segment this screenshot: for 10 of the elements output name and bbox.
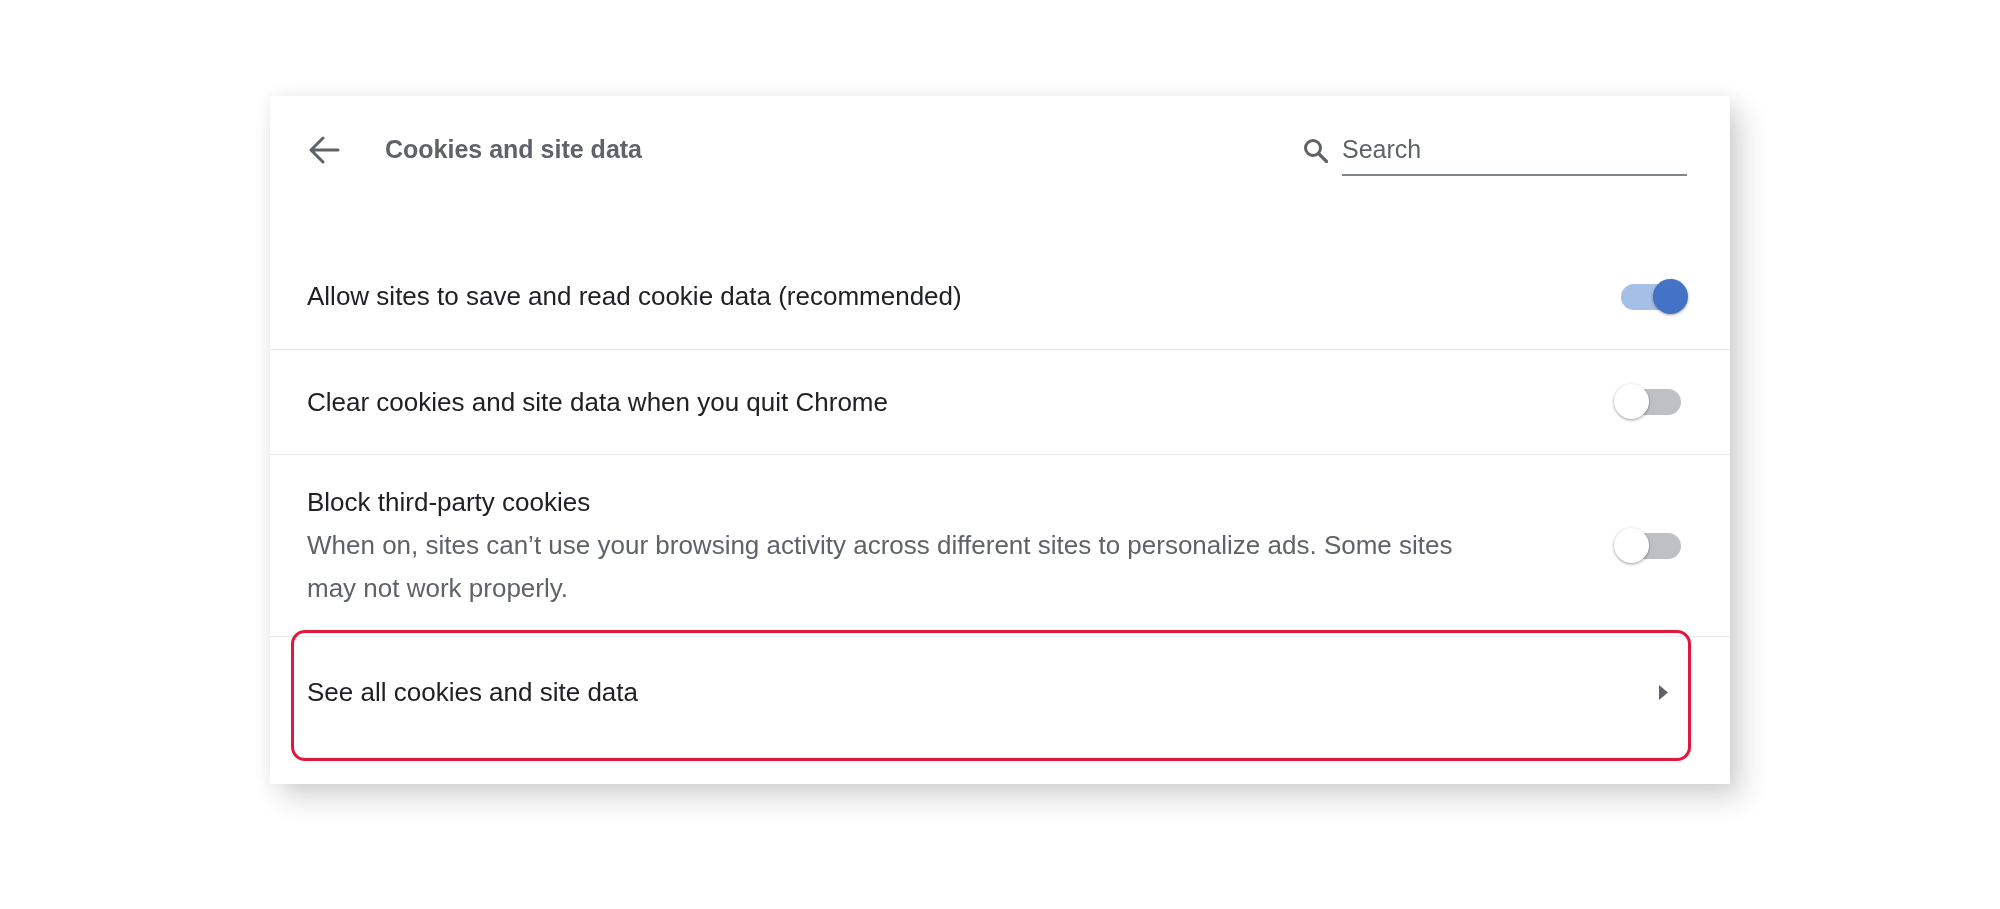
setting-label: Allow sites to save and read cookie data (recommended)	[307, 280, 962, 313]
search-icon	[1303, 137, 1328, 163]
link-row[interactable]: See all cookies and site data	[270, 637, 1730, 748]
caret-right-icon	[1659, 685, 1668, 700]
setting-label: Block third-party cookies	[307, 486, 591, 519]
back-arrow-icon[interactable]	[308, 136, 340, 164]
setting-description: When on, sites can’t use your browsing activity across different sites to personalize ads. Some sites may not work properly.	[307, 529, 1454, 605]
search-field[interactable]: Search	[1342, 124, 1687, 176]
page-title: Cookies and site data	[385, 134, 643, 166]
setting-label: Clear cookies and site data when you quit Chrome	[307, 385, 888, 419]
